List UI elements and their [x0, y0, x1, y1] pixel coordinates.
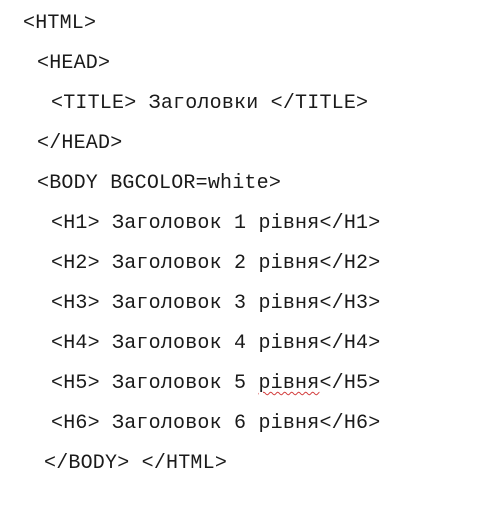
code-line-h1-word: рівня	[258, 212, 320, 235]
code-line-title: <TITLE> Заголовки </TITLE>	[51, 92, 369, 115]
code-line-h1-suffix: </H1>	[319, 212, 381, 235]
code-line-h3-suffix: </H3>	[319, 292, 381, 315]
code-line-h1: <H1> Заголовок 1 рівня</H1>	[51, 212, 380, 236]
code-line-h3-prefix: <H3> Заголовок 3	[51, 292, 259, 315]
code-line-h6-suffix: </H6>	[319, 412, 381, 435]
code-line-h2-word: рівня	[258, 252, 320, 275]
code-line-head-open: <HEAD>	[37, 52, 111, 75]
code-line-h5-prefix: <H5> Заголовок 5	[51, 372, 259, 395]
code-line-h3-word: рівня	[258, 292, 320, 315]
code-line-h3: <H3> Заголовок 3 рівня</H3>	[51, 292, 380, 316]
html-code-listing: <HTML> <HEAD> <TITLE> Заголовки </TITLE>…	[0, 0, 496, 511]
code-line-h2-prefix: <H2> Заголовок 2	[51, 252, 259, 275]
code-line-body-html-close: </BODY> </HTML>	[44, 452, 228, 475]
code-line-h6-word: рівня	[258, 412, 320, 435]
code-line-h5-word-spellcheck: рівня	[258, 372, 320, 395]
code-line-body-open: <BODY BGCOLOR=white>	[37, 172, 282, 195]
code-line-h6-prefix: <H6> Заголовок 6	[51, 412, 259, 435]
code-line-html-open: <HTML>	[23, 12, 97, 35]
code-line-h5-suffix: </H5>	[319, 372, 381, 395]
code-line-h1-prefix: <H1> Заголовок 1	[51, 212, 259, 235]
code-line-h4-prefix: <H4> Заголовок 4	[51, 332, 259, 355]
code-line-h4: <H4> Заголовок 4 рівня</H4>	[51, 332, 380, 356]
code-line-h2: <H2> Заголовок 2 рівня</H2>	[51, 252, 380, 276]
code-line-h4-suffix: </H4>	[319, 332, 381, 355]
code-line-h4-word: рівня	[258, 332, 320, 355]
code-line-h2-suffix: </H2>	[319, 252, 381, 275]
code-line-h5: <H5> Заголовок 5 рівня</H5>	[51, 372, 380, 396]
code-line-h6: <H6> Заголовок 6 рівня</H6>	[51, 412, 380, 436]
code-line-head-close: </HEAD>	[37, 132, 123, 155]
